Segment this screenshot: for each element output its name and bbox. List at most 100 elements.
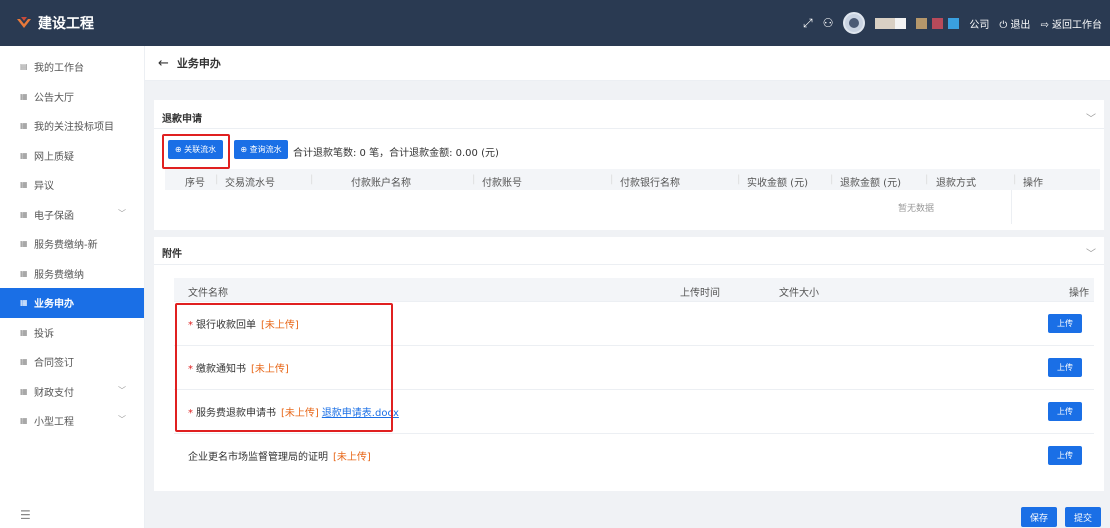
fullscreen-icon[interactable]: ⤢ [803, 16, 813, 31]
company-label[interactable]: 公司 [969, 16, 989, 31]
logo-icon [17, 17, 31, 28]
col-payer-account: 付款账号 [482, 178, 522, 189]
app-logo[interactable]: 建设工程 [0, 0, 145, 46]
col-action: 操作 [1023, 178, 1043, 189]
sidebar-item-label: 我的工作台 [34, 63, 84, 75]
sidebar-item-objection[interactable]: ▦ 异议 [0, 170, 144, 200]
chevron-down-icon[interactable]: ﹀ [1086, 110, 1096, 125]
sidebar-item-label: 服务费缴纳-新 [34, 240, 98, 252]
col-action: 操作 [1069, 288, 1089, 299]
sidebar-item-e-guarantee[interactable]: ▦ 电子保函 ﹀ [0, 200, 144, 230]
plus-circle-icon: ⊕ [174, 145, 185, 154]
grid-icon: ▦ [20, 416, 28, 426]
grid-icon: ▦ [20, 91, 28, 101]
highlight-box [175, 303, 393, 432]
grid-icon: ▦ [20, 327, 28, 337]
sidebar-item-service-fee[interactable]: ▦ 服务费缴纳 [0, 259, 144, 289]
col-file-name: 文件名称 [188, 288, 228, 299]
chevron-down-icon: ﹀ [118, 208, 126, 218]
col-flow-no: 交易流水号 [225, 178, 275, 189]
grid-icon: ▦ [20, 298, 28, 308]
sidebar-item-label: 财政支付 [34, 387, 74, 399]
col-file-size: 文件大小 [779, 288, 819, 299]
col-received-amount: 实收金额 (元) [747, 178, 808, 189]
sidebar-item-complaint[interactable]: ▦ 投诉 [0, 318, 144, 348]
sidebar: ▤ 我的工作台 ▦ 公告大厅 ▦ 我的关注投标项目 ▦ 网上质疑 ▦ 异议 ▦ 电子保函 ﹀ … [0, 46, 145, 528]
sidebar-item-label: 异议 [34, 181, 54, 193]
link-flow-label: 关联流水 [184, 145, 217, 154]
attachments-card: 附件 ﹀ 文件名称 上传时间 文件大小 操作 * 银行收款回单 [未上传] 上传 *… [154, 237, 1104, 491]
chevron-down-icon: ﹀ [118, 385, 126, 395]
workbench-icon: ▤ [20, 62, 28, 72]
sidebar-item-fiscal-payment[interactable]: ▦ 财政支付 ﹀ [0, 377, 144, 407]
logout-button[interactable]: ⏻ 退出 [999, 16, 1030, 31]
chevron-down-icon: ﹀ [118, 415, 126, 424]
sidebar-item-business-application[interactable]: ▦ 业务申办 [0, 288, 144, 318]
attachments-table-header: 文件名称 上传时间 文件大小 操作 [174, 278, 1094, 302]
menu-collapse-icon[interactable]: ☰ [20, 508, 31, 522]
refund-title: 退款申请 [162, 114, 202, 125]
app-title: 建设工程 [38, 16, 94, 32]
sidebar-item-label: 小型工程 [34, 417, 74, 429]
refund-card: 退款申请 ﹀ ⊕ 关联流水 ⊕ 查询流水 合计退款笔数: 0 笔，合计退款金额:… [154, 100, 1104, 230]
back-to-workbench-label: 返回工作台 [1052, 19, 1102, 31]
sidebar-item-service-fee-new[interactable]: ▦ 服务费缴纳-新 [0, 229, 144, 259]
upload-button[interactable]: 上传 [1048, 358, 1082, 377]
upload-button[interactable]: 上传 [1048, 402, 1082, 421]
upload-button[interactable]: 上传 [1048, 446, 1082, 465]
sidebar-item-label: 合同签订 [34, 358, 74, 370]
grid-icon: ▦ [20, 150, 28, 160]
top-bar: 建设工程 ⤢ ⚇ 公司 ⏻ 退出 ⇨ 返回工作台 [0, 0, 1110, 46]
user-settings-icon[interactable]: ⚇ [823, 16, 834, 30]
exit-icon: ⇨ [1040, 19, 1052, 31]
sidebar-item-online-query[interactable]: ▦ 网上质疑 [0, 141, 144, 171]
col-index: 序号 [185, 178, 205, 189]
query-flow-button[interactable]: ⊕ 查询流水 [234, 140, 288, 159]
back-arrow-icon[interactable]: ← [158, 56, 169, 71]
attachments-title: 附件 [162, 249, 182, 260]
color-swatch-group-2 [916, 17, 960, 29]
link-flow-button[interactable]: ⊕ 关联流水 [168, 140, 223, 159]
sidebar-item-label: 我的关注投标项目 [34, 122, 114, 134]
save-button[interactable]: 保存 [1021, 507, 1057, 527]
back-to-workbench-button[interactable]: ⇨ 返回工作台 [1040, 16, 1102, 31]
avatar[interactable] [843, 12, 866, 34]
sidebar-item-announcement[interactable]: ▦ 公告大厅 [0, 82, 144, 112]
grid-icon: ▦ [20, 268, 28, 278]
plus-circle-icon: ⊕ [240, 145, 250, 154]
breadcrumb: ← 业务申办 [145, 46, 1110, 81]
col-refund-amount: 退款金额 (元) [840, 178, 901, 189]
refund-summary: 合计退款笔数: 0 笔，合计退款金额: 0.00 (元) [293, 148, 499, 159]
sidebar-item-label: 网上质疑 [34, 151, 74, 163]
query-flow-label: 查询流水 [249, 145, 282, 154]
sidebar-item-small-project[interactable]: ▦ 小型工程 ﹀ [0, 406, 144, 436]
grid-icon: ▦ [20, 357, 28, 367]
attachment-row: 企业更名市场监督管理局的证明 [未上传] 上传 [174, 434, 1094, 478]
refund-table-header: 序号 | 交易流水号 | 付款账户名称 | 付款账号 | 付款银行名称 | 实收… [165, 169, 1100, 190]
grid-icon: ▦ [20, 386, 28, 396]
col-payer-name: 付款账户名称 [351, 178, 411, 189]
color-swatch-group [875, 17, 907, 29]
sidebar-item-label: 投诉 [34, 328, 54, 340]
sidebar-item-label: 公告大厅 [34, 92, 74, 104]
sidebar-item-label: 服务费缴纳 [34, 269, 84, 281]
power-icon: ⏻ [999, 19, 1011, 31]
grid-icon: ▦ [20, 209, 28, 219]
chevron-down-icon[interactable]: ﹀ [1086, 245, 1096, 260]
grid-icon: ▦ [20, 180, 28, 190]
logout-label: 退出 [1010, 19, 1031, 31]
sidebar-item-workbench[interactable]: ▤ 我的工作台 [0, 52, 144, 82]
sidebar-item-contract[interactable]: ▦ 合同签订 [0, 347, 144, 377]
col-payer-bank: 付款银行名称 [620, 178, 680, 189]
col-upload-time: 上传时间 [680, 288, 720, 299]
sidebar-item-followed-projects[interactable]: ▦ 我的关注投标项目 [0, 111, 144, 141]
upload-status: [未上传] [333, 452, 371, 463]
col-refund-method: 退款方式 [936, 178, 976, 189]
page-title: 业务申办 [176, 57, 221, 70]
submit-button[interactable]: 提交 [1065, 507, 1101, 527]
attachment-name: 企业更名市场监督管理局的证明 [188, 452, 328, 463]
upload-button[interactable]: 上传 [1048, 314, 1082, 333]
sidebar-item-label: 电子保函 [34, 210, 74, 222]
grid-icon: ▦ [20, 121, 28, 131]
sidebar-item-label: 业务申办 [34, 299, 74, 311]
